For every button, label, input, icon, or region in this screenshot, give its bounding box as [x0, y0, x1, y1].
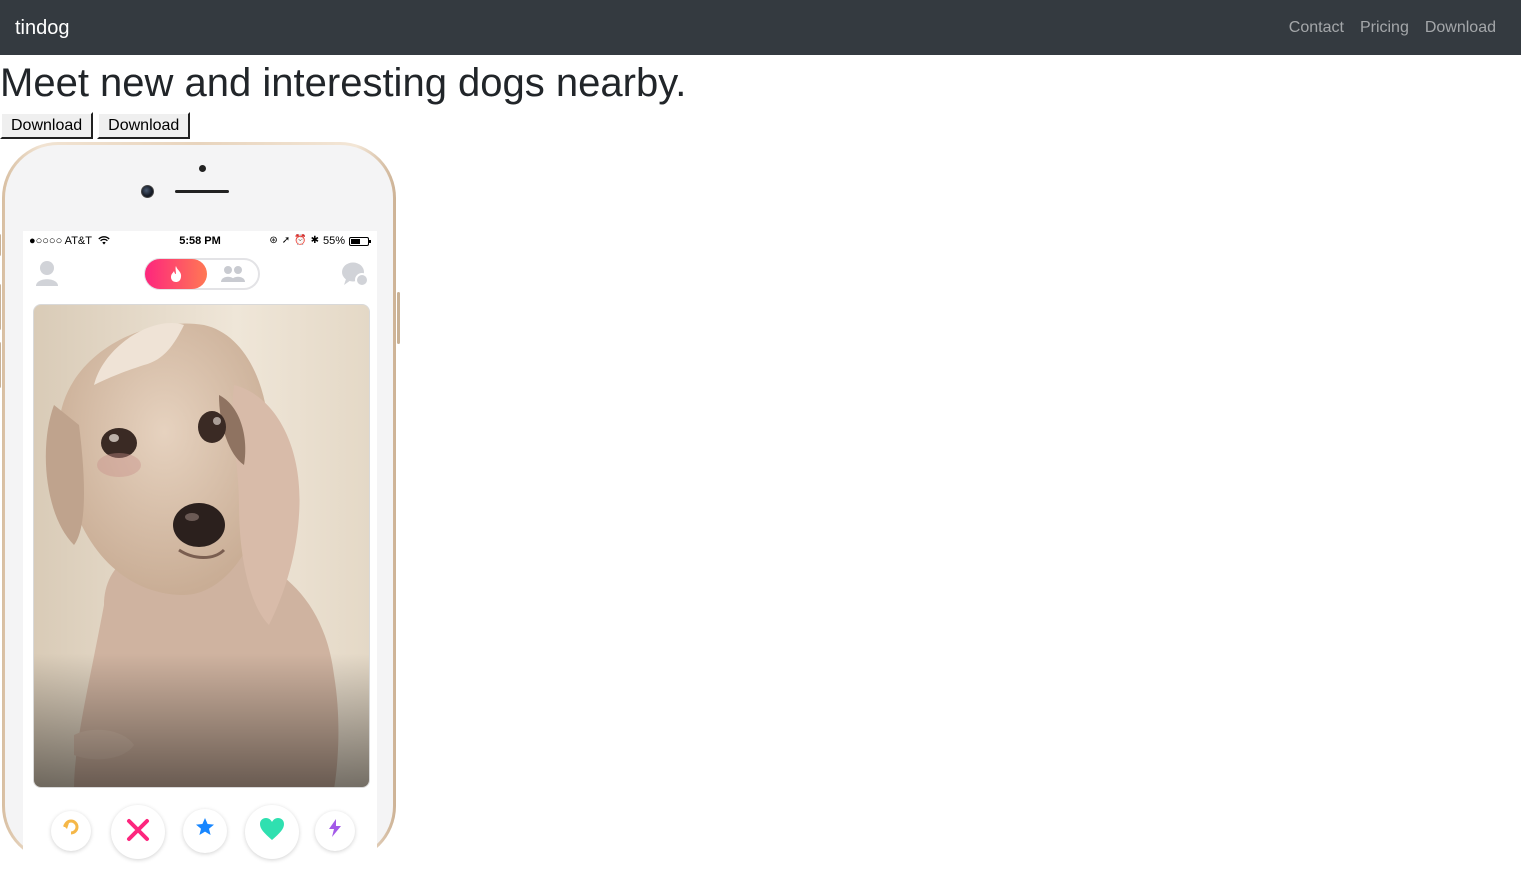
battery-percent: 55%	[322, 235, 345, 247]
dog-profile-card[interactable]	[33, 304, 370, 788]
front-camera	[141, 185, 154, 198]
power-button	[397, 292, 400, 344]
proximity-sensor	[199, 165, 206, 172]
hero-buttons: Download Download	[0, 112, 191, 139]
profile-icon[interactable]	[35, 259, 59, 287]
dog-photo	[34, 305, 369, 787]
rewind-icon	[63, 819, 79, 835]
status-right: ⊛ ➚ ⏰ ✱ 55%	[269, 231, 371, 251]
toggle-active-segment[interactable]	[145, 259, 207, 289]
volume-up-button	[0, 284, 1, 330]
boost-button[interactable]	[315, 811, 355, 851]
phone-screen: ●○○○○ AT&T 5:58 PM ⊛ ➚ ⏰ ✱ 55%	[23, 231, 377, 871]
rewind-button[interactable]	[51, 811, 91, 851]
battery-icon	[349, 236, 371, 246]
download-button-1[interactable]: Download	[0, 112, 94, 139]
rotation-lock-icon: ⊛	[269, 235, 278, 246]
heart-icon	[260, 818, 284, 840]
nope-icon	[127, 819, 149, 841]
navbar: tindog Contact Pricing Download	[0, 0, 1521, 55]
phone-body: ●○○○○ AT&T 5:58 PM ⊛ ➚ ⏰ ✱ 55%	[5, 145, 393, 871]
star-icon	[196, 818, 214, 835]
nav-link-download[interactable]: Download	[1425, 18, 1496, 38]
chat-icon[interactable]	[341, 260, 369, 288]
phone-mockup: ●○○○○ AT&T 5:58 PM ⊛ ➚ ⏰ ✱ 55%	[0, 142, 400, 871]
like-button[interactable]	[245, 805, 299, 859]
earpiece-speaker	[175, 190, 229, 193]
alarm-icon: ⏰	[294, 235, 307, 246]
brand-logo[interactable]: tindog	[15, 16, 70, 40]
nope-button[interactable]	[111, 805, 165, 859]
volume-down-button	[0, 342, 1, 388]
nav-link-pricing[interactable]: Pricing	[1360, 18, 1409, 38]
lightning-icon	[329, 819, 341, 837]
action-buttons	[43, 799, 363, 859]
flame-icon	[171, 266, 182, 282]
download-button-2[interactable]: Download	[97, 112, 191, 139]
hero-headline: Meet new and interesting dogs nearby.	[0, 61, 687, 105]
group-icon[interactable]	[220, 264, 246, 284]
status-bar: ●○○○○ AT&T 5:58 PM ⊛ ➚ ⏰ ✱ 55%	[23, 231, 377, 251]
mode-toggle[interactable]	[144, 258, 260, 290]
mute-switch	[0, 234, 1, 256]
nav-links: Contact Pricing Download	[1289, 18, 1496, 38]
bluetooth-icon: ✱	[310, 235, 319, 246]
nav-link-contact[interactable]: Contact	[1289, 18, 1344, 38]
app-bar	[23, 257, 377, 291]
location-icon: ➚	[281, 235, 291, 246]
